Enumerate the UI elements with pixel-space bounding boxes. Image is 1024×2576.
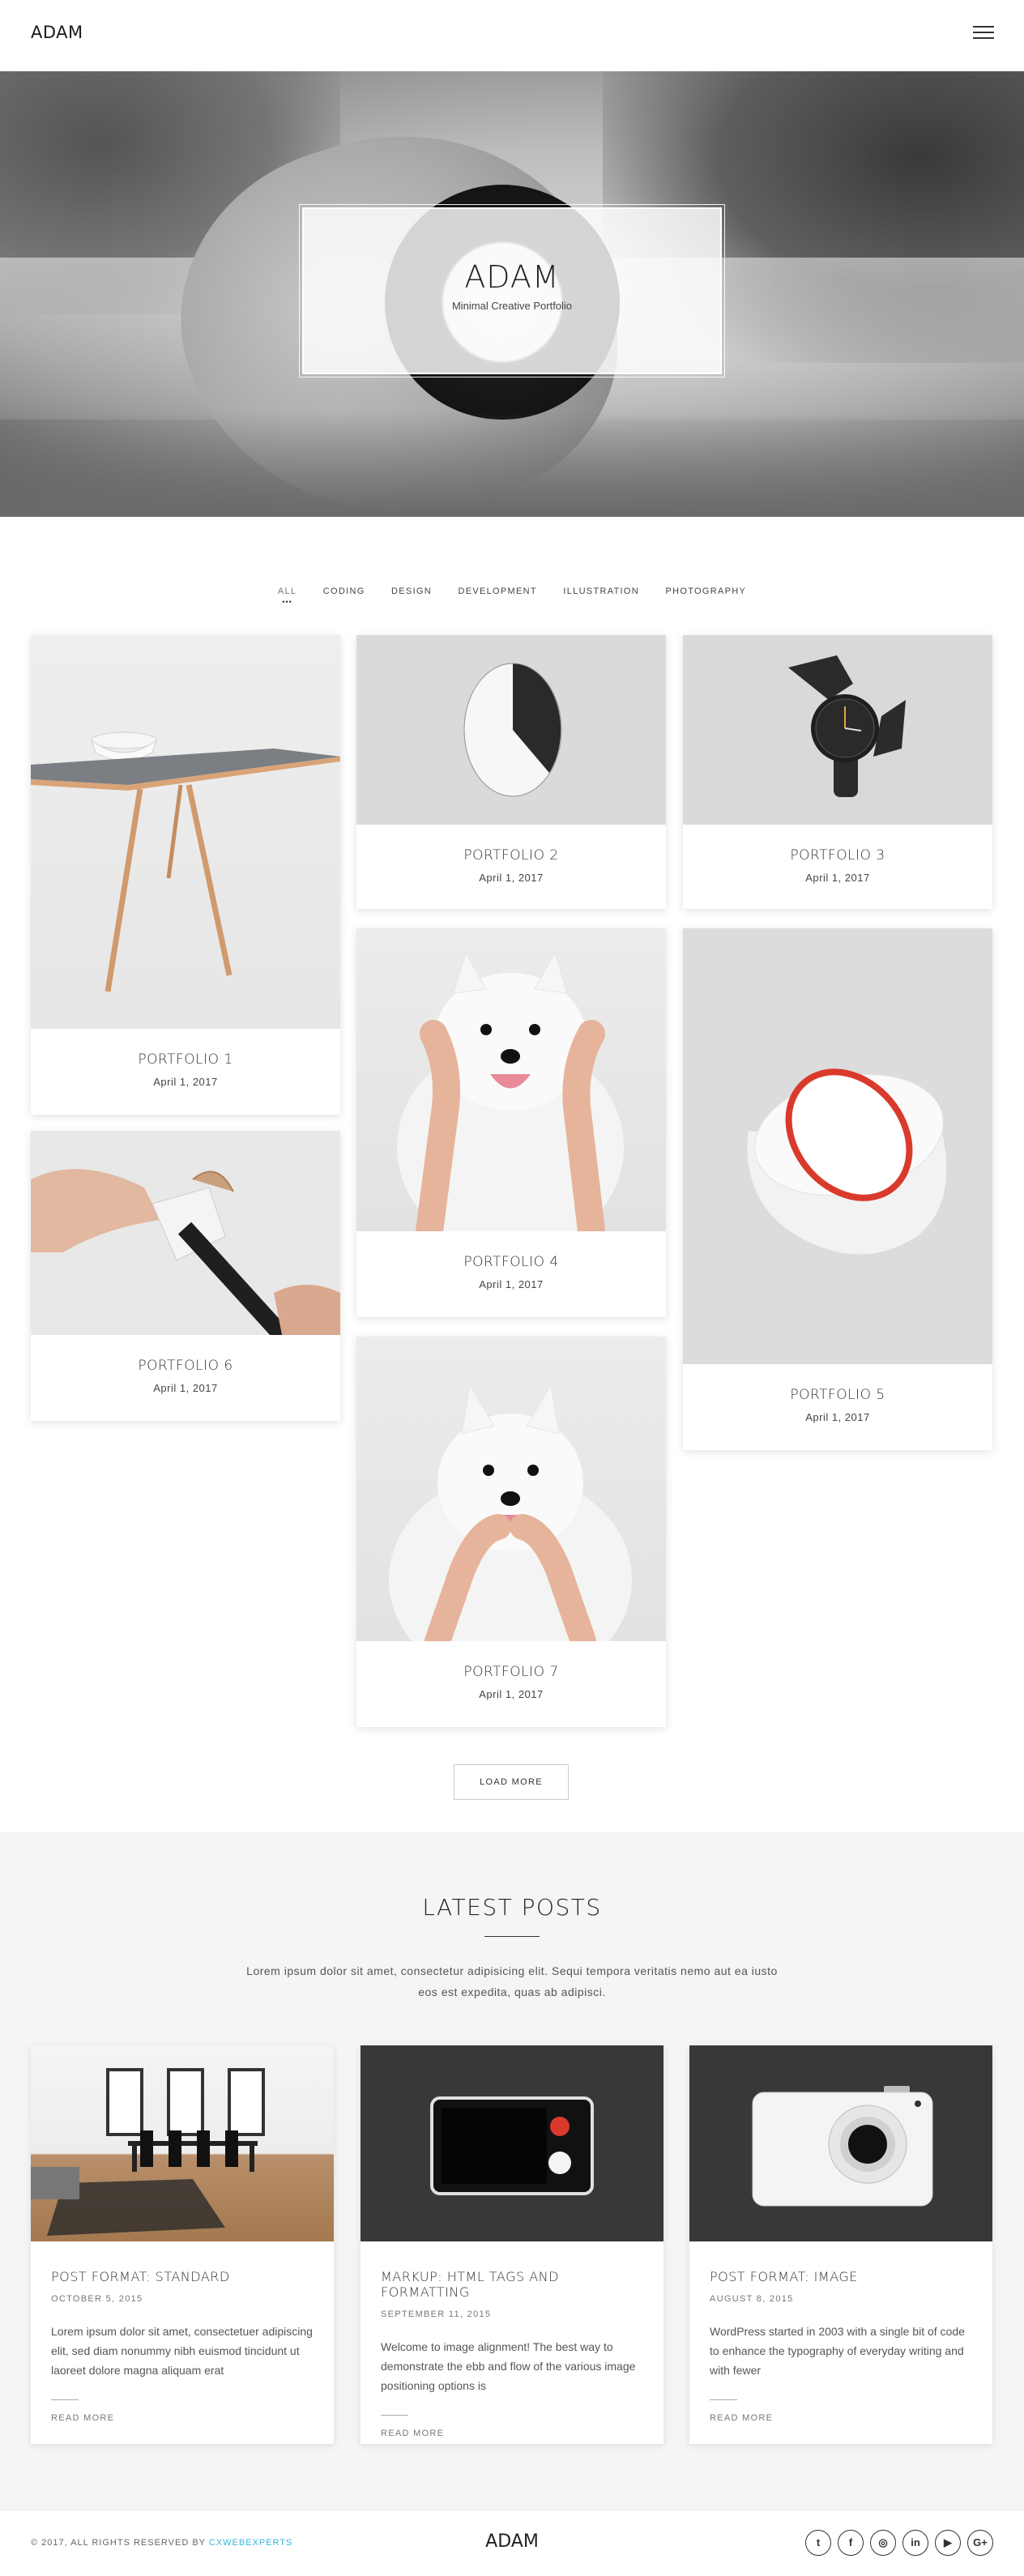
portfolio-4-date: April 1, 2017 [479,1278,544,1290]
portfolio-card-1[interactable]: PORTFOLIO 1 April 1, 2017 [31,635,340,1115]
twitter-icon[interactable]: t [805,2530,831,2556]
facebook-icon[interactable]: f [838,2530,864,2556]
post-3-image [689,2045,992,2241]
portfolio-2-image [356,635,666,825]
portfolio-card-6[interactable]: PORTFOLIO 6 April 1, 2017 [31,1131,340,1421]
portfolio-card-5[interactable]: PORTFOLIO 5 April 1, 2017 [683,928,992,1450]
portfolio-2-title[interactable]: PORTFOLIO 2 [356,825,666,864]
portfolio-4-image [356,928,666,1231]
latest-posts-divider [484,1936,540,1937]
portfolio-1-image [31,635,340,1029]
post-1-excerpt: Lorem ipsum dolor sit amet, consectetuer… [51,2325,313,2377]
portfolio-3-caption: PORTFOLIO 3 April 1, 2017 [683,825,992,884]
portfolio-4-title[interactable]: PORTFOLIO 4 [356,1231,666,1270]
post-2-image [361,2045,663,2241]
portfolio-3-image [683,635,992,825]
hero-title: ADAM [464,259,560,295]
latest-posts-description: Lorem ipsum dolor sit amet, consectetur … [246,1964,778,1998]
hamburger-icon[interactable] [973,26,994,42]
filter-design[interactable]: DESIGN [391,586,432,596]
portfolio-5-caption: PORTFOLIO 5 April 1, 2017 [683,1364,992,1423]
portfolio-card-4[interactable]: PORTFOLIO 4 April 1, 2017 [356,928,666,1317]
portfolio-1-date: April 1, 2017 [153,1076,218,1088]
post-1-date: OCTOBER 5, 2015 [51,2294,143,2304]
hero-background-ground [0,412,1024,517]
hero-banner: ADAM Minimal Creative Portfolio [0,71,1024,517]
portfolio-7-image [356,1337,666,1641]
social-links: t f ◎ in ▶ G+ [805,2530,993,2556]
portfolio-card-7[interactable]: PORTFOLIO 7 April 1, 2017 [356,1337,666,1727]
post-3-excerpt: WordPress started in 2003 with a single … [710,2325,965,2377]
site-footer: © 2017, ALL RIGHTS RESERVED BY CXWEBEXPE… [0,2510,1024,2576]
portfolio-6-image [31,1131,340,1335]
filter-coding[interactable]: CODING [323,586,365,596]
portfolio-5-image [683,928,992,1364]
post-3-read-more-link[interactable]: READ MORE [710,2413,972,2423]
portfolio-4-caption: PORTFOLIO 4 April 1, 2017 [356,1231,666,1290]
post-2-read-more-link[interactable]: READ MORE [381,2429,643,2438]
site-logo[interactable]: ADAM [31,23,83,42]
portfolio-6-title[interactable]: PORTFOLIO 6 [31,1335,340,1374]
copyright-text: © 2017, ALL RIGHTS RESERVED BY CXWEBEXPE… [31,2538,292,2548]
post-2-divider [381,2415,408,2416]
post-1-read-more-link[interactable]: READ MORE [51,2413,314,2423]
portfolio-card-3[interactable]: PORTFOLIO 3 April 1, 2017 [683,635,992,909]
post-card-2[interactable]: MARKUP: HTML TAGS AND FORMATTING SEPTEMB… [361,2045,663,2444]
portfolio-7-date: April 1, 2017 [479,1688,544,1700]
youtube-icon[interactable]: ▶ [935,2530,961,2556]
post-2-title[interactable]: MARKUP: HTML TAGS AND FORMATTING [381,2269,643,2300]
portfolio-5-date: April 1, 2017 [805,1411,870,1423]
site-header: ADAM [0,0,1024,71]
hero-subtitle: Minimal Creative Portfolio [451,300,573,312]
filter-all[interactable]: ALL [278,586,297,596]
instagram-icon[interactable]: ◎ [870,2530,896,2556]
filter-development[interactable]: DEVELOPMENT [458,586,536,596]
portfolio-3-date: April 1, 2017 [805,872,870,884]
portfolio-1-title[interactable]: PORTFOLIO 1 [31,1029,340,1068]
portfolio-2-date: April 1, 2017 [479,872,544,884]
post-3-date: AUGUST 8, 2015 [710,2294,794,2304]
portfolio-2-caption: PORTFOLIO 2 April 1, 2017 [356,825,666,884]
portfolio-card-2[interactable]: PORTFOLIO 2 April 1, 2017 [356,635,666,909]
portfolio-6-date: April 1, 2017 [153,1382,218,1394]
post-card-3[interactable]: POST FORMAT: IMAGE AUGUST 8, 2015 WordPr… [689,2045,992,2444]
post-3-title[interactable]: POST FORMAT: IMAGE [710,2269,972,2284]
linkedin-icon[interactable]: in [902,2530,928,2556]
portfolio-7-title[interactable]: PORTFOLIO 7 [356,1641,666,1680]
load-more-button[interactable]: LOAD MORE [454,1764,569,1800]
copyright-author-link[interactable]: CXWEBEXPERTS [209,2538,293,2548]
portfolio-6-caption: PORTFOLIO 6 April 1, 2017 [31,1335,340,1394]
filter-photography[interactable]: PHOTOGRAPHY [665,586,746,596]
post-1-title[interactable]: POST FORMAT: STANDARD [51,2269,314,2284]
post-1-divider [51,2399,79,2400]
latest-posts-title: LATEST POSTS [422,1894,602,1921]
post-2-excerpt: Welcome to image alignment! The best way… [381,2340,636,2392]
hero-title-box: ADAM Minimal Creative Portfolio [299,204,725,377]
portfolio-7-caption: PORTFOLIO 7 April 1, 2017 [356,1641,666,1700]
portfolio-1-caption: PORTFOLIO 1 April 1, 2017 [31,1029,340,1088]
post-2-date: SEPTEMBER 11, 2015 [381,2309,492,2319]
filter-illustration[interactable]: ILLUSTRATION [563,586,639,596]
portfolio-filters: ALL CODING DESIGN DEVELOPMENT ILLUSTRATI… [0,583,1024,598]
copyright-prefix: © 2017, ALL RIGHTS RESERVED BY [31,2538,209,2548]
google-plus-icon[interactable]: G+ [967,2530,993,2556]
post-1-image [31,2045,334,2241]
portfolio-5-title[interactable]: PORTFOLIO 5 [683,1364,992,1403]
post-3-divider [710,2399,737,2400]
post-card-1[interactable]: POST FORMAT: STANDARD OCTOBER 5, 2015 Lo… [31,2045,334,2444]
portfolio-3-title[interactable]: PORTFOLIO 3 [683,825,992,864]
